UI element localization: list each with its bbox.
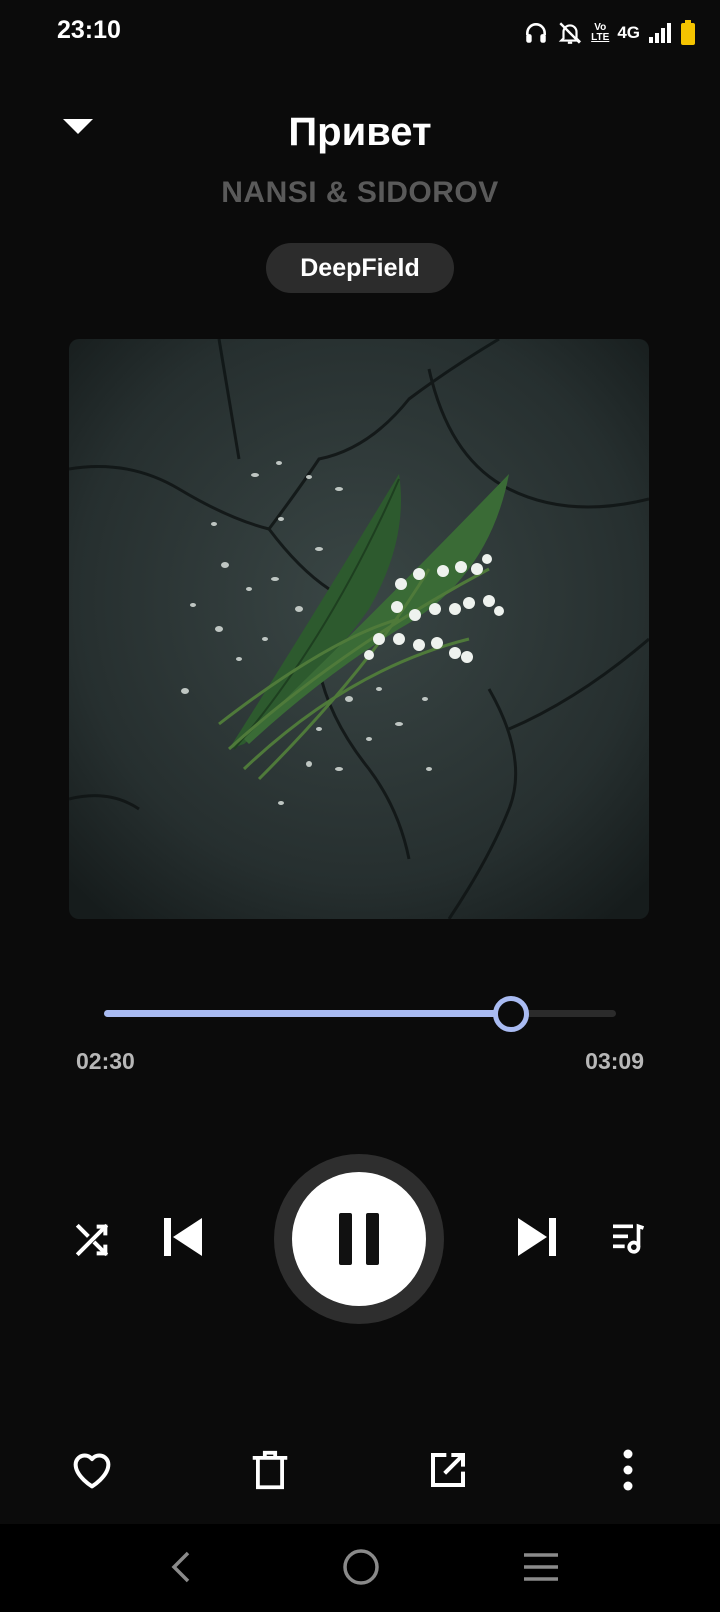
current-time: 02:30	[76, 1048, 135, 1074]
previous-button[interactable]	[158, 1212, 208, 1262]
track-artist[interactable]: NANSI & SIDOROV	[0, 176, 720, 210]
more-button[interactable]	[602, 1444, 654, 1496]
notifications-off-icon	[557, 20, 583, 46]
pause-icon	[339, 1213, 379, 1265]
more-vertical-icon	[623, 1449, 633, 1491]
queue-icon	[613, 1223, 645, 1254]
network-type: 4G	[617, 23, 640, 42]
trash-icon	[252, 1450, 288, 1490]
seek-thumb[interactable]	[492, 996, 529, 1032]
queue-button[interactable]	[604, 1214, 652, 1262]
status-icons: Vo LTE 4G	[523, 18, 696, 48]
previous-icon	[164, 1218, 202, 1256]
nav-back-button[interactable]	[158, 1544, 204, 1590]
total-time: 03:09	[585, 1048, 644, 1074]
source-chip[interactable]: DeepField	[266, 243, 454, 293]
nav-recents-button[interactable]	[516, 1544, 566, 1590]
heart-icon	[73, 1453, 111, 1489]
recents-icon	[524, 1553, 558, 1581]
system-nav-bar	[0, 1524, 720, 1612]
home-icon	[343, 1549, 379, 1585]
status-time: 23:10	[57, 16, 121, 44]
shuffle-button[interactable]	[68, 1216, 116, 1264]
headphones-icon	[523, 20, 549, 46]
album-cover	[69, 339, 649, 919]
share-external-icon	[431, 1453, 465, 1487]
back-icon	[171, 1551, 190, 1583]
status-bar: 23:10 Vo LTE 4G	[0, 0, 720, 64]
volte-icon: Vo LTE	[591, 23, 609, 43]
seek-bar[interactable]	[104, 996, 616, 1032]
next-button[interactable]	[512, 1212, 562, 1262]
track-title: Привет	[288, 110, 432, 154]
play-pause-inner	[292, 1172, 426, 1306]
share-button[interactable]	[422, 1444, 474, 1496]
signal-icon	[648, 22, 672, 44]
battery-icon	[680, 20, 696, 46]
seek-fill	[104, 1010, 511, 1017]
play-pause-button[interactable]	[274, 1154, 444, 1324]
volte-bottom-label: LTE	[591, 32, 610, 43]
delete-button[interactable]	[244, 1444, 296, 1496]
like-button[interactable]	[66, 1444, 118, 1496]
shuffle-icon	[75, 1223, 109, 1257]
next-icon	[518, 1218, 556, 1256]
nav-home-button[interactable]	[336, 1542, 386, 1592]
